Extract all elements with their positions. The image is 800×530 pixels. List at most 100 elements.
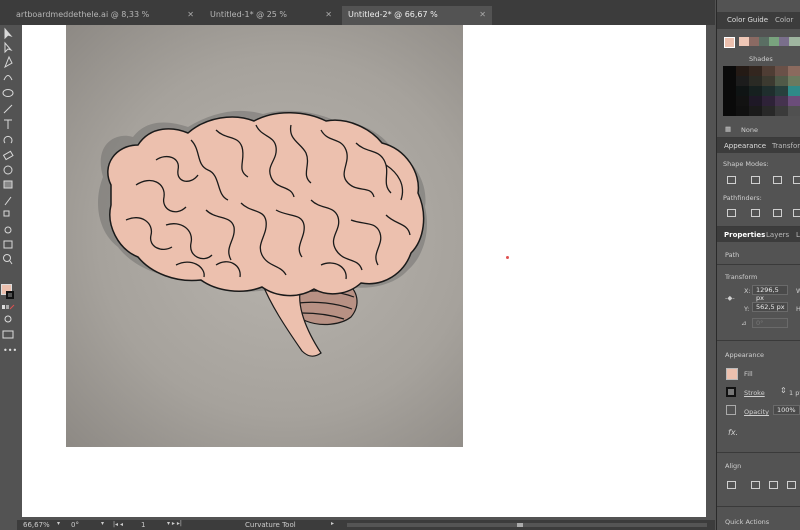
tab-transform[interactable]: Transform [772, 142, 800, 150]
scrollbar-thumb[interactable] [517, 523, 523, 527]
rotate-tool-icon [3, 135, 13, 144]
svg-text:•••: ••• [3, 346, 17, 355]
rotation-value[interactable]: 0° [71, 521, 79, 529]
harmony-colors-strip[interactable] [739, 37, 800, 46]
close-icon[interactable]: ✕ [479, 6, 486, 23]
type-tool-icon [4, 119, 12, 129]
fill-label: Fill [744, 370, 753, 378]
stroke-weight-value[interactable]: 1 pt [789, 389, 800, 397]
quick-actions-label: Quick Actions [725, 518, 770, 526]
shades-grid[interactable] [723, 66, 800, 116]
document-tab-3-active[interactable]: Untitled-2* @ 66,67 % (RGB/Preview) ✕ [342, 6, 492, 36]
close-icon[interactable]: ✕ [325, 6, 332, 23]
next-artboard-icon[interactable]: ▾ ▸ ▸| [167, 520, 182, 527]
x-label: X: [744, 287, 751, 295]
divider [717, 340, 800, 341]
align-label: Align [725, 462, 742, 470]
x-field[interactable]: 1296,5 px [752, 285, 788, 302]
chevron-down-icon[interactable]: ▾ [57, 520, 60, 527]
transform-label: Transform [725, 273, 758, 281]
horizontal-scrollbar[interactable] [347, 523, 707, 527]
stroke-color-swatch[interactable] [6, 291, 14, 299]
align-center-icon[interactable] [769, 481, 778, 489]
h-label: H [796, 305, 800, 313]
eraser-tool-icon [2, 150, 14, 161]
tab-appearance[interactable]: Appearance [724, 142, 766, 150]
first-artboard-icon[interactable]: |◂ ◂ [113, 521, 123, 528]
appearance-label: Appearance [725, 351, 765, 359]
divider [717, 452, 800, 453]
symbol-sprayer-tool-icon [4, 226, 12, 234]
opacity-label[interactable]: Opacity [744, 408, 769, 416]
none-label: None [741, 126, 758, 134]
right-panels: Color Guide Color Shades ▦ None Appearan… [716, 0, 800, 530]
w-label: W [796, 287, 800, 295]
align-right-icon[interactable] [787, 481, 796, 489]
shades-label: Shades [749, 55, 773, 63]
tab-properties[interactable]: Properties [724, 231, 765, 239]
artboard-number[interactable]: 1 [141, 521, 145, 529]
curvature-tool-icon [3, 75, 13, 81]
close-icon[interactable]: ✕ [187, 6, 194, 23]
minus-front-icon[interactable] [751, 176, 760, 184]
direct-selection-tool-icon [4, 41, 13, 54]
fill-swatch[interactable] [726, 368, 738, 380]
intersect-icon[interactable] [773, 176, 782, 184]
status-bar: 66,67% ▾ 0° ▾ |◂ ◂ 1 ▾ ▸ ▸| Curvature To… [17, 520, 715, 530]
document-tab-1[interactable]: artboardmeddethele.ai @ 8,33 % (RGB/Prev… [10, 6, 200, 36]
stroke-stepper-icon[interactable]: ⇕ [780, 386, 787, 395]
rotate-angle-icon: ⊿ [741, 319, 747, 327]
unite-icon[interactable] [727, 176, 736, 184]
effects-fx-button[interactable]: fx. [728, 428, 738, 437]
pen-tool-icon [4, 55, 13, 69]
stroke-swatch[interactable] [726, 387, 736, 397]
brain-drawing [98, 110, 428, 357]
opacity-icon [726, 405, 736, 415]
eyedropper-tool-icon [4, 196, 12, 206]
align-to-icon[interactable] [727, 481, 736, 489]
crop-icon[interactable] [793, 209, 800, 217]
shape-builder-tool-icon [3, 165, 13, 175]
selected-anchor-point[interactable] [506, 256, 509, 259]
tab-color-guide[interactable]: Color Guide [727, 16, 768, 24]
divider [717, 506, 800, 507]
blend-tool-icon [3, 210, 10, 217]
merge-icon[interactable] [773, 209, 782, 217]
chevron-down-icon[interactable]: ▾ [101, 520, 104, 527]
document-tab-bar: artboardmeddethele.ai @ 8,33 % (RGB/Prev… [0, 0, 715, 36]
gradient-tool-icon [3, 180, 13, 189]
exclude-icon[interactable] [793, 176, 800, 184]
pathfinders-label: Pathfinders: [723, 194, 762, 202]
current-tool-label: Curvature Tool [245, 521, 296, 529]
y-field[interactable]: 562,5 px [752, 302, 788, 312]
artboard-tool-icon [3, 240, 13, 249]
zoom-tool-icon [3, 254, 11, 262]
screen-mode-icon [2, 330, 14, 339]
stroke-label[interactable]: Stroke [744, 389, 765, 397]
align-left-icon[interactable] [751, 481, 760, 489]
opacity-field[interactable]: 100% [773, 405, 800, 415]
divider [717, 264, 800, 265]
base-color-swatch[interactable] [724, 37, 735, 48]
tab-libraries[interactable]: L [796, 231, 800, 239]
tools-panel: ••• [0, 25, 18, 520]
ellipse-tool-icon [2, 89, 14, 97]
tab-color[interactable]: Color [775, 16, 793, 24]
brain-illustration[interactable] [66, 25, 463, 447]
tab-layers[interactable]: Layers [766, 231, 789, 239]
status-menu-icon[interactable]: ▸ [331, 520, 334, 527]
swatch-grid-icon[interactable]: ▦ [725, 125, 731, 133]
reference-point-icon[interactable]: -◆- [725, 294, 735, 302]
y-label: Y: [744, 305, 750, 313]
shape-modes-label: Shape Modes: [723, 160, 769, 168]
tools-bottom-icons: ••• [2, 304, 17, 355]
selection-type-label: Path [725, 251, 740, 259]
selection-tool-icon [4, 27, 13, 40]
divide-icon[interactable] [727, 209, 736, 217]
document-tab-2[interactable]: Untitled-1* @ 25 % (RGB/Preview) ✕ [204, 6, 338, 36]
trim-icon[interactable] [751, 209, 760, 217]
zoom-level[interactable]: 66,67% [23, 521, 50, 529]
draw-mode-icon [4, 315, 12, 323]
rotate-field[interactable]: 0° [752, 318, 788, 328]
paintbrush-tool-icon [3, 104, 13, 114]
